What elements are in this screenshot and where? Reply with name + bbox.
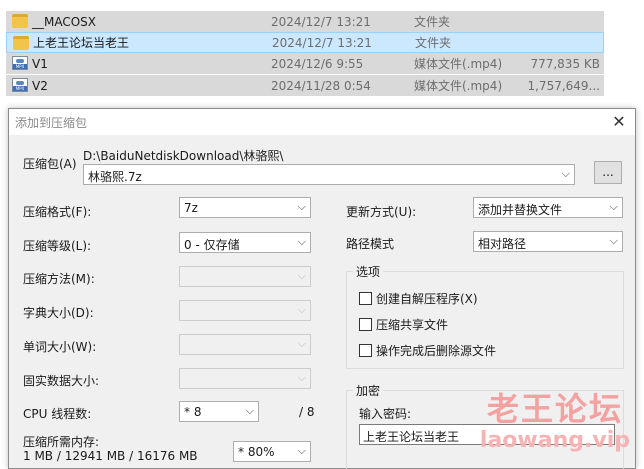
threads-value: * 8 <box>184 405 202 419</box>
close-icon[interactable]: ✕ <box>609 112 629 132</box>
file-type: 媒体文件(.mp4) <box>414 79 503 93</box>
mp4-file-icon <box>12 78 28 92</box>
file-row-macosx[interactable]: __MACOSX 2024/12/7 13:21 文件夹 <box>6 11 604 32</box>
password-value: 上老王论坛当老王 <box>363 430 460 444</box>
dialog-titlebar[interactable]: 添加到压缩包 ✕ <box>9 109 635 135</box>
format-label: 压缩格式(F): <box>23 205 92 219</box>
method-select: ⌵ <box>179 266 311 287</box>
file-size: 777,835 KB <box>530 56 600 71</box>
method-label: 压缩方法(M): <box>23 272 95 286</box>
chevron-down-icon: ⌵ <box>297 337 306 350</box>
memory-detail: 1 MB / 12941 MB / 16176 MB <box>23 449 198 463</box>
options-title: 选项 <box>353 263 384 280</box>
file-date: 2024/12/6 9:55 <box>271 56 364 71</box>
sfx-checkbox[interactable]: 创建自解压程序(X) <box>359 290 478 307</box>
path-mode-label: 路径模式 <box>346 237 395 251</box>
encryption-title: 加密 <box>353 382 384 399</box>
format-select[interactable]: 7z ⌵ <box>179 197 311 218</box>
word-select: ⌵ <box>179 334 311 355</box>
chevron-down-icon: ⌵ <box>609 200 618 213</box>
file-date: 2024/11/28 0:54 <box>271 78 371 93</box>
archive-label: 压缩包(A) <box>23 157 77 171</box>
update-value: 添加并替换文件 <box>478 203 563 217</box>
folder-icon <box>13 36 29 50</box>
shared-files-label: 压缩共享文件 <box>376 318 449 332</box>
archive-name-value: 林骆熙.7z <box>88 170 142 184</box>
memory-select[interactable]: * 80% ⌵ <box>233 441 311 462</box>
word-label: 单词大小(W): <box>23 340 97 354</box>
dialog-title: 添加到压缩包 <box>15 116 88 130</box>
level-label: 压缩等级(L): <box>23 239 92 253</box>
file-list: __MACOSX 2024/12/7 13:21 文件夹 上老王论坛当老王 20… <box>0 0 644 102</box>
dict-label: 字典大小(D): <box>23 306 94 320</box>
chevron-down-icon: ⌵ <box>245 404 254 417</box>
memory-value: * 80% <box>238 445 275 459</box>
chevron-down-icon: ⌵ <box>561 167 570 180</box>
file-type: 媒体文件(.mp4) <box>414 57 503 71</box>
file-row-v2[interactable]: V2 2024/11/28 0:54 媒体文件(.mp4) 1,757,649.… <box>6 75 604 96</box>
password-label: 输入密码: <box>359 407 412 421</box>
dict-select: ⌵ <box>179 300 311 321</box>
file-name: __MACOSX <box>32 14 97 29</box>
archive-path: D:\BaiduNetdiskDownload\林骆熙\ <box>83 149 284 163</box>
chevron-down-icon: ⌵ <box>297 200 306 213</box>
file-row-laowang[interactable]: 上老王论坛当老王 2024/12/7 13:21 文件夹 <box>6 32 604 53</box>
file-date: 2024/12/7 13:21 <box>271 14 371 29</box>
folder-icon <box>12 14 28 28</box>
site-watermark: 老王论坛 laowang.vip <box>480 384 630 453</box>
threads-label: CPU 线程数: <box>23 407 92 421</box>
path-mode-select[interactable]: 相对路径 ⌵ <box>473 231 623 252</box>
browse-button[interactable]: ... <box>594 161 622 184</box>
update-label: 更新方式(U): <box>346 205 417 219</box>
file-row-v1[interactable]: V1 2024/12/6 9:55 媒体文件(.mp4) 777,835 KB <box>6 53 604 74</box>
chevron-down-icon: ⌵ <box>297 303 306 316</box>
solid-select: ⌵ <box>179 368 311 389</box>
file-date: 2024/12/7 13:21 <box>272 35 372 50</box>
checkbox-box[interactable] <box>359 344 372 357</box>
level-select[interactable]: 0 - 仅存储 ⌵ <box>179 232 311 253</box>
update-select[interactable]: 添加并替换文件 ⌵ <box>473 197 623 218</box>
chevron-down-icon: ⌵ <box>297 269 306 282</box>
options-group: 选项 创建自解压程序(X) 压缩共享文件 操作完成后删除源文件 <box>346 263 624 369</box>
format-value: 7z <box>184 201 198 215</box>
watermark-title: 老王论坛 <box>486 390 623 428</box>
delete-after-label: 操作完成后删除源文件 <box>376 344 497 358</box>
chevron-down-icon: ⌵ <box>297 371 306 384</box>
checkbox-box[interactable] <box>359 292 372 305</box>
shared-files-checkbox[interactable]: 压缩共享文件 <box>359 316 448 333</box>
memory-label: 压缩所需内存: <box>23 435 100 449</box>
solid-label: 固实数据大小: <box>23 374 100 388</box>
path-mode-value: 相对路径 <box>478 237 527 251</box>
file-size: 1,757,649... <box>527 78 600 93</box>
file-type: 文件夹 <box>415 36 452 50</box>
delete-after-checkbox[interactable]: 操作完成后删除源文件 <box>359 342 496 359</box>
file-name: 上老王论坛当老王 <box>33 36 130 50</box>
file-name: V1 <box>32 56 48 71</box>
threads-select[interactable]: * 8 ⌵ <box>179 401 259 422</box>
chevron-down-icon: ⌵ <box>297 235 306 248</box>
watermark-url: laowang.vip <box>479 428 630 453</box>
archive-name-combo[interactable]: 林骆熙.7z ⌵ <box>83 164 575 185</box>
file-type: 文件夹 <box>414 15 451 29</box>
chevron-down-icon: ⌵ <box>609 234 618 247</box>
mp4-file-icon <box>12 56 28 70</box>
level-value: 0 - 仅存储 <box>184 238 240 252</box>
threads-max: / 8 <box>299 405 315 419</box>
checkbox-box[interactable] <box>359 318 372 331</box>
file-name: V2 <box>32 78 48 93</box>
sfx-label: 创建自解压程序(X) <box>376 292 478 306</box>
chevron-down-icon: ⌵ <box>297 444 306 457</box>
